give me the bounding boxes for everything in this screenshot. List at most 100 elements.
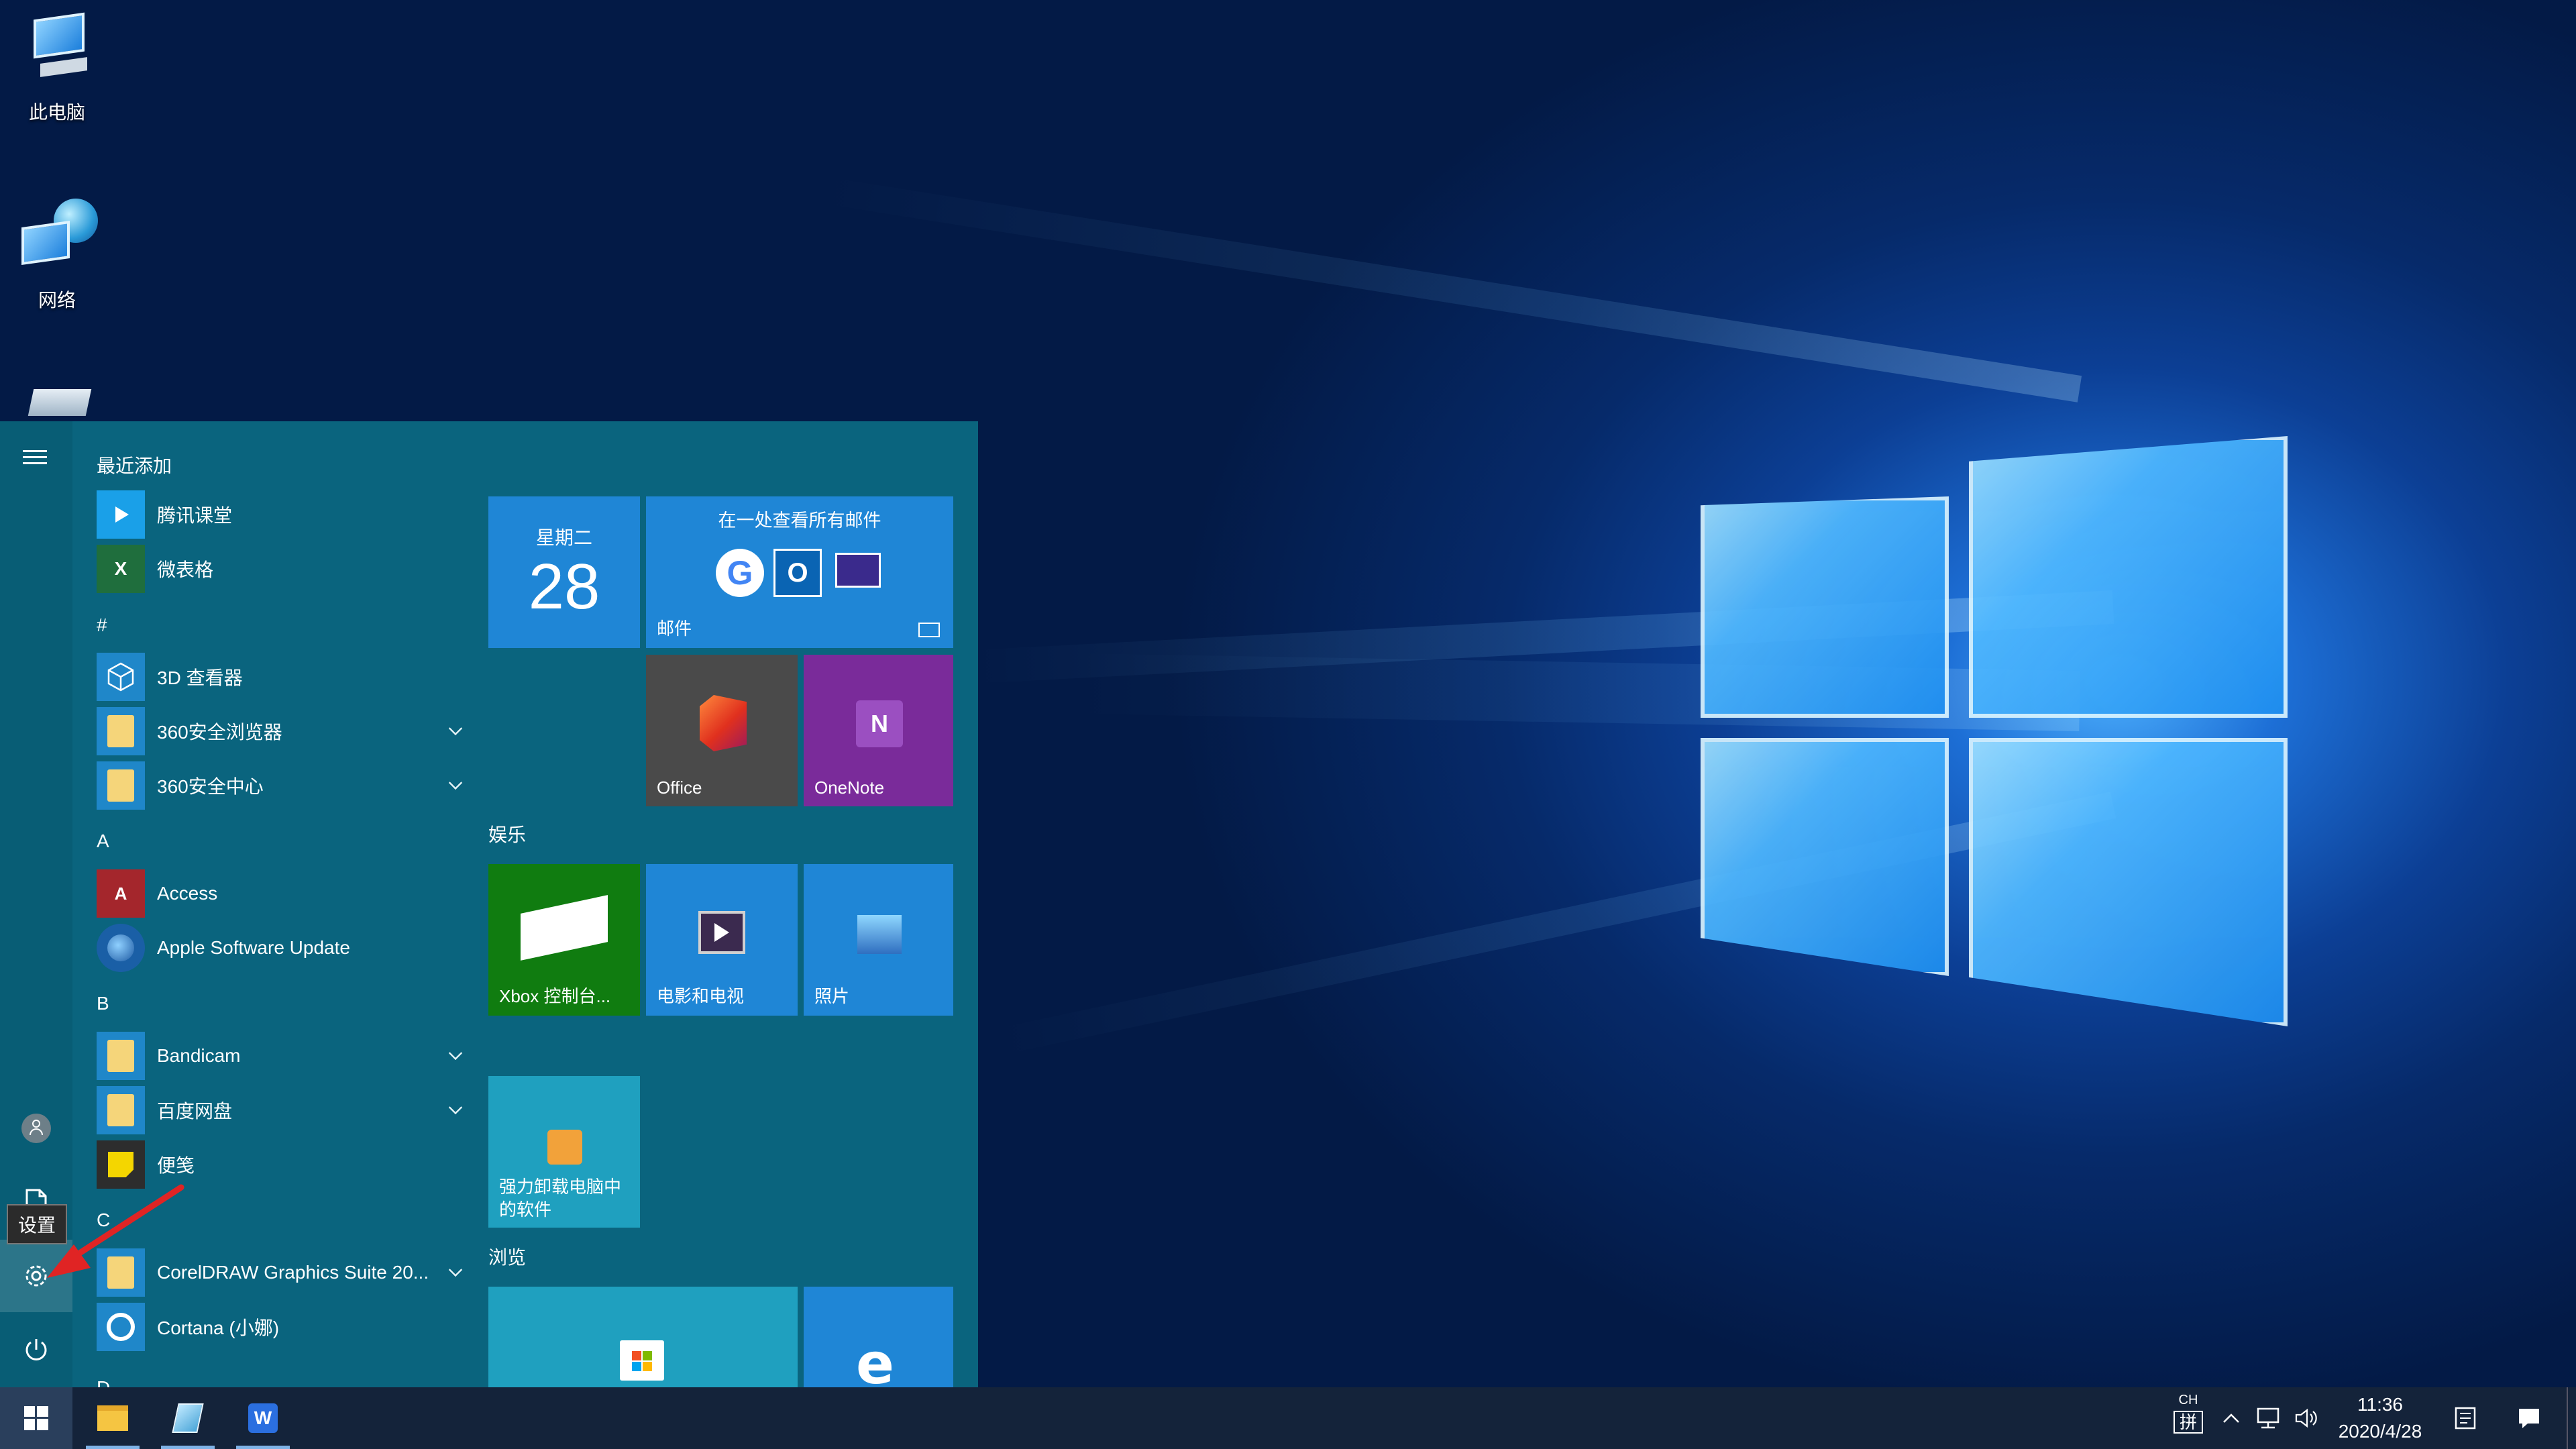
outlook-icon: O <box>773 549 822 597</box>
desktop-icon-computer[interactable]: 此电脑 <box>13 7 101 125</box>
chevron-down-icon[interactable] <box>448 775 463 790</box>
task-view-button[interactable] <box>2442 1387 2489 1449</box>
running-indicator <box>161 1446 215 1449</box>
app-apple-software-update[interactable]: Apple Software Update <box>97 922 475 974</box>
tile-group-browse[interactable]: 浏览 <box>488 1243 526 1270</box>
office-icon <box>700 695 747 751</box>
app-label: 360安全中心 <box>157 776 264 797</box>
desktop-icon-label: 此电脑 <box>28 102 85 123</box>
taskbar-file-explorer[interactable] <box>80 1387 145 1449</box>
cortana-icon <box>97 1303 145 1351</box>
desktop-icon-label: 网络 <box>38 290 76 311</box>
tile-label: OneNote <box>814 777 885 798</box>
calendar-day: 星期二 <box>535 527 592 548</box>
tile-mail[interactable]: 在一处查看所有邮件 G O 邮件 <box>646 496 953 648</box>
action-center-button[interactable] <box>2502 1387 2556 1449</box>
app-baidu-netdisk[interactable]: 百度网盘 <box>97 1084 475 1136</box>
user-button[interactable] <box>0 1092 72 1165</box>
tile-movies[interactable]: 电影和电视 <box>646 864 798 1016</box>
taskbar-wps[interactable]: W <box>231 1387 295 1449</box>
tile-calendar[interactable]: 星期二 28 <box>488 496 640 648</box>
app-label: Apple Software Update <box>157 937 350 958</box>
logo-pane-bottom-left <box>1701 738 1949 976</box>
start-button[interactable] <box>0 1387 72 1449</box>
power-icon <box>25 1339 47 1360</box>
app-label: 3D 查看器 <box>157 667 243 688</box>
tile-group-entertainment[interactable]: 娱乐 <box>488 820 526 847</box>
desktop-icon-network[interactable]: 网络 <box>13 195 101 313</box>
network-tray-button[interactable] <box>2251 1387 2288 1449</box>
app-label: CorelDRAW Graphics Suite 20... <box>157 1262 429 1283</box>
tile-onenote[interactable]: N OneNote <box>804 655 953 806</box>
app-360-browser[interactable]: 360安全浏览器 <box>97 705 475 757</box>
calendar-date: 28 <box>528 551 600 623</box>
app-label: 360安全浏览器 <box>157 722 282 743</box>
hamburger-icon <box>23 450 47 464</box>
group-header-a[interactable]: A <box>97 830 109 852</box>
app-access[interactable]: A Access <box>97 867 475 920</box>
app-360-security[interactable]: 360安全中心 <box>97 759 475 812</box>
taskbar: W CH 拼 11:36 2020/4/28 <box>0 1387 2576 1449</box>
group-header-b[interactable]: B <box>97 993 109 1014</box>
chevron-down-icon[interactable] <box>448 1046 463 1061</box>
uninstall-box-icon <box>547 1130 582 1165</box>
logo-pane-top-left <box>1701 496 1949 718</box>
store-icon <box>620 1340 664 1381</box>
app-label: 便笺 <box>157 1155 195 1176</box>
show-hidden-icons-button[interactable] <box>2215 1387 2247 1449</box>
group-header-hash[interactable]: # <box>97 614 107 636</box>
app-tencent-classroom[interactable]: 腾讯课堂 <box>97 488 475 541</box>
tencent-classroom-icon <box>97 490 145 539</box>
notes-icon <box>2455 1407 2476 1430</box>
tile-edge[interactable]: e <box>804 1287 953 1387</box>
logo-pane-top-right <box>1969 436 2288 718</box>
app-cortana[interactable]: Cortana (小娜) <box>97 1301 475 1353</box>
app-label: Bandicam <box>157 1045 241 1066</box>
file-explorer-icon <box>97 1405 128 1431</box>
running-indicator <box>86 1446 140 1449</box>
clock[interactable]: 11:36 2020/4/28 <box>2326 1391 2434 1448</box>
taskbar-notepad[interactable] <box>156 1387 220 1449</box>
folder-icon <box>97 761 145 810</box>
logo-pane-bottom-right <box>1969 738 2288 1026</box>
volume-tray-button[interactable] <box>2290 1387 2323 1449</box>
show-desktop-button[interactable] <box>2567 1387 2576 1449</box>
tile-label: 邮件 <box>657 619 692 639</box>
tile-xbox[interactable]: Xbox 控制台... <box>488 864 640 1016</box>
group-header-d[interactable]: D <box>97 1377 110 1387</box>
ime-indicator[interactable]: CH 拼 <box>2174 1393 2203 1446</box>
app-micro-sheet[interactable]: X 微表格 <box>97 543 475 595</box>
mail-envelope-icon <box>835 553 881 588</box>
expand-menu-button[interactable] <box>0 421 72 494</box>
spreadsheet-icon: X <box>97 545 145 593</box>
tile-uninstaller[interactable]: 强力卸载电脑中的软件 <box>488 1076 640 1228</box>
apple-update-icon <box>97 924 145 972</box>
app-3d-viewer[interactable]: 3D 查看器 <box>97 651 475 703</box>
recent-header: 最近添加 <box>97 455 172 476</box>
folder-icon <box>97 1086 145 1134</box>
ime-mode: 拼 <box>2174 1411 2203 1434</box>
network-icon <box>13 195 101 282</box>
windows-icon <box>24 1406 48 1430</box>
red-arrow-annotation <box>47 1184 184 1278</box>
volume-icon <box>2295 1408 2317 1428</box>
user-icon <box>21 1114 51 1143</box>
access-icon: A <box>97 869 145 918</box>
app-bandicam[interactable]: Bandicam <box>97 1030 475 1082</box>
light-beam <box>818 176 2082 402</box>
chevron-down-icon[interactable] <box>448 1100 463 1115</box>
folder-icon <box>97 707 145 755</box>
cube-icon <box>97 653 145 701</box>
chevron-down-icon[interactable] <box>448 721 463 736</box>
power-button[interactable] <box>0 1313 72 1386</box>
tile-store[interactable] <box>488 1287 798 1387</box>
tile-label: Office <box>657 777 702 798</box>
tile-photos[interactable]: 照片 <box>804 864 953 1016</box>
chevron-down-icon[interactable] <box>448 1263 463 1277</box>
ime-language: CH <box>2178 1393 2198 1407</box>
action-center-icon <box>2519 1409 2539 1428</box>
tile-office[interactable]: Office <box>646 655 798 806</box>
google-icon: G <box>716 549 764 597</box>
clock-date: 2020/4/28 <box>2338 1421 2422 1442</box>
mail-title: 在一处查看所有邮件 <box>718 511 881 531</box>
